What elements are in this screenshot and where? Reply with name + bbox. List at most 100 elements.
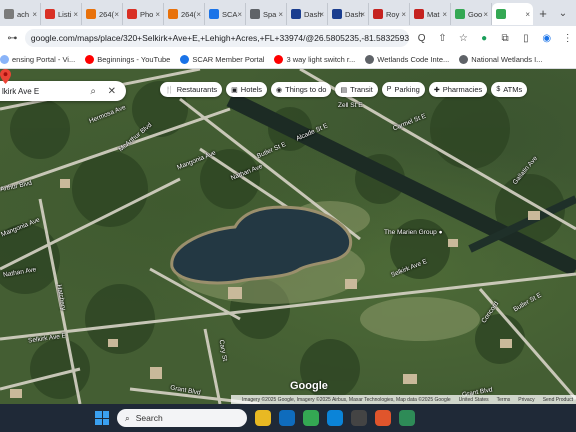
- taskbar-search[interactable]: ⌕ Search: [117, 409, 247, 427]
- new-tab-button[interactable]: +: [533, 6, 553, 21]
- privacy-link[interactable]: Privacy: [518, 397, 534, 403]
- map-search-input[interactable]: lkirk Ave E: [2, 87, 39, 96]
- tab-label: Mat: [427, 9, 440, 19]
- tab-close-icon[interactable]: ×: [360, 10, 365, 19]
- tab-favicon-icon: [4, 9, 14, 19]
- browser-icon[interactable]: [399, 410, 415, 426]
- chrome-icon[interactable]: [303, 410, 319, 426]
- category-chip[interactable]: ▣ Hotels: [226, 82, 268, 97]
- satellite-map[interactable]: lkirk Ave E ⌕ ✕ 🍴 Restaurants ▣ Hotels ◉ Thin…: [0, 69, 576, 404]
- edge-icon[interactable]: [327, 410, 343, 426]
- bookmark-star-icon[interactable]: ☆: [455, 29, 472, 47]
- chip-label: Pharmacies: [442, 85, 483, 94]
- tab-label: Spa: [263, 9, 277, 19]
- tab-favicon-icon: [373, 9, 383, 19]
- category-chip[interactable]: ✚ Pharmacies: [428, 82, 488, 97]
- tab-favicon-icon: [168, 9, 178, 19]
- category-chip[interactable]: P Parking: [381, 82, 425, 97]
- terms-link[interactable]: Terms: [497, 397, 511, 403]
- site-info-icon[interactable]: ⊶: [4, 29, 21, 47]
- sidepanel-icon[interactable]: ▯: [517, 29, 534, 47]
- browser-tab[interactable]: Dash ×: [287, 3, 328, 25]
- menu-icon[interactable]: ⋮: [559, 29, 576, 47]
- tab-close-icon[interactable]: ×: [319, 10, 324, 19]
- tab-close-icon[interactable]: ×: [237, 10, 242, 19]
- browser-tab[interactable]: Pho ×: [123, 3, 164, 25]
- category-chip[interactable]: ◉ Things to do: [271, 82, 332, 97]
- tab-close-icon[interactable]: ×: [196, 10, 201, 19]
- address-url: google.com/maps/place/320+Selkirk+Ave+E,…: [30, 33, 410, 43]
- browser-tab[interactable]: ach ×: [0, 3, 41, 25]
- browser-toolbar: ⊶ google.com/maps/place/320+Selkirk+Ave+…: [0, 26, 576, 50]
- tab-close-icon[interactable]: ×: [155, 10, 160, 19]
- map-attribution: Imagery ©2025 Google, Imagery ©2025 Airb…: [231, 395, 576, 404]
- bookmark-label: Wetlands Code Inte...: [377, 54, 450, 64]
- bookmark-label: Beginnings - YouTube: [97, 54, 171, 64]
- share-icon[interactable]: ⇧: [434, 29, 451, 47]
- tab-close-icon[interactable]: ×: [278, 10, 283, 19]
- category-chip[interactable]: 🍴 Restaurants: [160, 82, 223, 97]
- tab-strip: ach × Listi × 264(× Pho × 264(× SCA × Spa × Dash × Das…: [0, 0, 576, 26]
- browser-tab[interactable]: Dash ×: [328, 3, 369, 25]
- location-pin-icon[interactable]: [0, 69, 11, 84]
- bookmark-item[interactable]: 3 way light switch r...: [274, 54, 355, 64]
- windows-start-icon[interactable]: [95, 411, 109, 425]
- chip-label: Things to do: [285, 85, 327, 94]
- mail-icon[interactable]: [279, 410, 295, 426]
- browser-tab[interactable]: 264(×: [82, 3, 123, 25]
- bookmark-item[interactable]: ensing Portal - Vi...: [0, 54, 75, 64]
- bookmark-favicon-icon: [365, 54, 375, 64]
- browser-tab[interactable]: 264(×: [164, 3, 205, 25]
- browser-tab[interactable]: Listi ×: [41, 3, 82, 25]
- poi-label: The Marien Group: [384, 229, 437, 236]
- puzzle-icon[interactable]: ⧉: [497, 29, 514, 47]
- bookmarks-bar: ensing Portal - Vi... Beginnings - YouTub…: [0, 50, 576, 69]
- store-icon[interactable]: [351, 410, 367, 426]
- chip-label: Parking: [394, 85, 420, 94]
- tab-close-icon[interactable]: ×: [32, 10, 37, 19]
- map-search-box[interactable]: lkirk Ave E ⌕ ✕: [0, 81, 126, 101]
- browser-tab[interactable]: SCA ×: [205, 3, 246, 25]
- tab-close-icon[interactable]: ×: [525, 10, 530, 19]
- poi-marien-group[interactable]: The Marien Group ●: [384, 229, 443, 236]
- tab-close-icon[interactable]: ×: [401, 10, 406, 19]
- taskbar: ⌕ Search: [0, 404, 576, 432]
- media-icon[interactable]: [375, 410, 391, 426]
- browser-tab[interactable]: ×: [492, 3, 533, 25]
- tab-close-icon[interactable]: ×: [442, 10, 447, 19]
- browser-tab[interactable]: Spa ×: [246, 3, 287, 25]
- chip-icon: ✚: [433, 86, 440, 94]
- profile-icon[interactable]: ◉: [538, 29, 555, 47]
- bookmark-favicon-icon: [85, 54, 95, 64]
- file-explorer-icon[interactable]: [255, 410, 271, 426]
- send-feedback-link[interactable]: Send Product: [543, 397, 573, 403]
- category-chip[interactable]: $ ATMs: [491, 82, 528, 97]
- address-bar[interactable]: google.com/maps/place/320+Selkirk+Ave+E,…: [24, 29, 410, 47]
- category-chip[interactable]: ▤ Transit: [335, 82, 378, 97]
- bookmark-favicon-icon: [180, 54, 190, 64]
- tab-label: Pho: [140, 9, 154, 19]
- tab-search-chevron-icon[interactable]: ⌄: [555, 8, 571, 19]
- tab-close-icon[interactable]: ×: [114, 10, 119, 19]
- zoom-icon[interactable]: Q: [413, 29, 430, 47]
- attribution-country: United States: [458, 396, 489, 403]
- google-logo: Google: [290, 380, 328, 392]
- browser-tab[interactable]: Mat ×: [410, 3, 451, 25]
- bookmark-item[interactable]: SCAR Member Portal: [180, 54, 264, 64]
- bookmark-item[interactable]: Wetlands Code Inte...: [365, 54, 450, 64]
- poi-pin-icon: ●: [438, 229, 443, 236]
- tab-favicon-icon: [414, 9, 424, 19]
- search-icon[interactable]: ⌕: [90, 86, 96, 97]
- tab-close-icon[interactable]: ×: [73, 10, 78, 19]
- bookmark-item[interactable]: Beginnings - YouTube: [85, 54, 171, 64]
- chip-label: Hotels: [240, 85, 263, 94]
- taskbar-search-icon: ⌕: [125, 412, 130, 423]
- tab-favicon-icon: [86, 9, 96, 19]
- close-icon[interactable]: ✕: [108, 86, 116, 97]
- browser-tab[interactable]: Goo ×: [451, 3, 492, 25]
- tab-close-icon[interactable]: ×: [483, 10, 488, 19]
- tab-label: Roy: [386, 9, 400, 19]
- bookmark-item[interactable]: National Wetlands I...: [459, 54, 542, 64]
- extension-icon[interactable]: ●: [476, 29, 493, 47]
- browser-tab[interactable]: Roy ×: [369, 3, 410, 25]
